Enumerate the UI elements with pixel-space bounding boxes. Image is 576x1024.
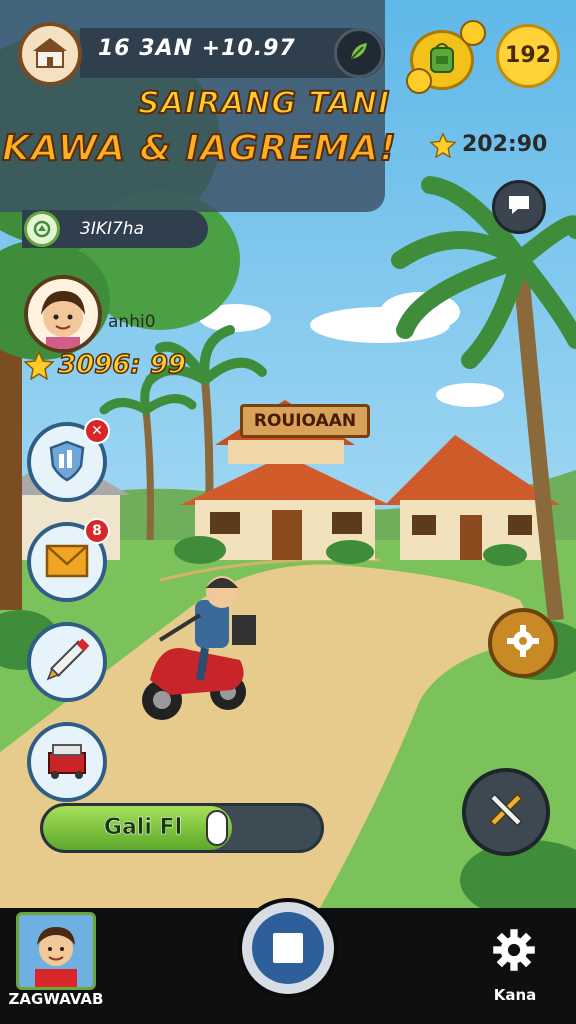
profile-avatar — [19, 915, 93, 987]
progress-knob[interactable] — [206, 810, 229, 846]
house-sign: ROUIOAAN — [240, 404, 370, 438]
gear-icon — [492, 928, 536, 976]
star-score: 202:90 — [462, 132, 548, 157]
player-avatar[interactable] — [24, 275, 102, 353]
write-button[interactable] — [27, 622, 107, 702]
envelope-icon — [44, 540, 90, 584]
player-score: 3096: 99 — [57, 349, 187, 381]
stop-icon — [273, 933, 303, 963]
settings-label: Kana — [493, 986, 537, 1004]
center-action-button[interactable] — [238, 898, 338, 998]
house-button[interactable] — [18, 22, 82, 86]
quest-notification-badge: ✕ — [84, 418, 110, 444]
leaf-icon — [347, 39, 371, 67]
star-icon — [23, 350, 55, 384]
house-icon — [31, 35, 69, 73]
chat-icon — [506, 193, 532, 221]
inventory-notification-badge-2 — [406, 68, 432, 94]
player-name: anhi0 — [108, 312, 156, 332]
leaf-button[interactable] — [334, 28, 384, 78]
settings-tab[interactable] — [490, 928, 538, 976]
pencil-icon — [44, 637, 90, 687]
profile-tab[interactable] — [16, 912, 96, 990]
game-title-line2: KAWA & IAGREMA! — [1, 127, 397, 170]
settings-gear-button[interactable] — [488, 608, 558, 678]
coin-counter[interactable]: 192 — [496, 24, 560, 88]
shop-button[interactable] — [27, 722, 107, 802]
badge-text: 3IKI7ha — [80, 219, 144, 239]
shield-icon — [45, 438, 89, 486]
mail-notification-badge: 8 — [84, 518, 110, 544]
center-action-inner — [252, 912, 324, 984]
inventory-notification-badge — [460, 20, 486, 46]
toolbox-icon — [43, 739, 91, 785]
profile-label: ZAGWAVAB — [8, 990, 104, 1008]
star-icon — [429, 132, 457, 162]
header-info-text: 16 3AN +10.97 — [98, 36, 296, 61]
game-title-line1: SAIRANG TANI — [137, 85, 391, 122]
tools-icon — [481, 785, 531, 839]
tools-button[interactable] — [462, 768, 550, 856]
chat-button[interactable] — [492, 180, 546, 234]
progress-bar[interactable]: Gali Fl — [40, 803, 324, 853]
gear-icon — [505, 623, 541, 663]
badge-icon[interactable] — [24, 211, 60, 247]
